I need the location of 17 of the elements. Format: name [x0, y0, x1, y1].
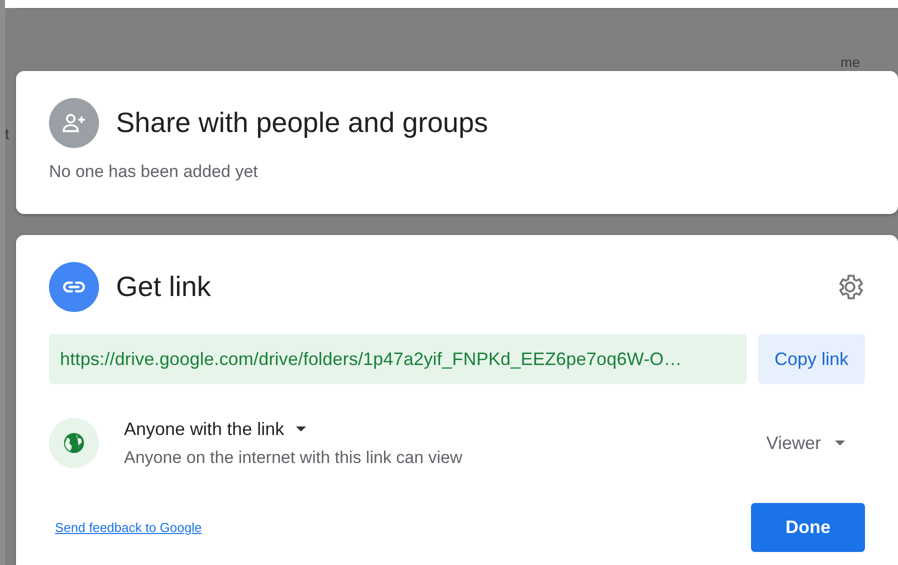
- link-url-field[interactable]: https://drive.google.com/drive/folders/1p47a2yif_FNPKd_EEZ6pe7oq6W-O…: [49, 334, 747, 384]
- dialog-title: Share with people and groups: [116, 107, 488, 139]
- access-dropdown[interactable]: Anyone with the link: [124, 418, 462, 440]
- copy-link-button[interactable]: Copy link: [758, 334, 865, 384]
- done-button[interactable]: Done: [751, 503, 865, 552]
- caret-icon: [296, 426, 306, 432]
- background-text: t: [5, 126, 10, 143]
- role-dropdown[interactable]: Viewer: [760, 432, 851, 454]
- access-description: Anyone on the internet with this link can view: [124, 448, 462, 468]
- section-title: Get link: [116, 271, 211, 303]
- globe-icon: [49, 418, 99, 468]
- link-icon: [49, 262, 99, 312]
- status-text: No one has been added yet: [49, 162, 259, 182]
- add-person-icon: [49, 98, 99, 148]
- caret-icon: [835, 440, 845, 446]
- background-text: me: [840, 54, 860, 70]
- feedback-link[interactable]: Send feedback to Google: [55, 520, 202, 535]
